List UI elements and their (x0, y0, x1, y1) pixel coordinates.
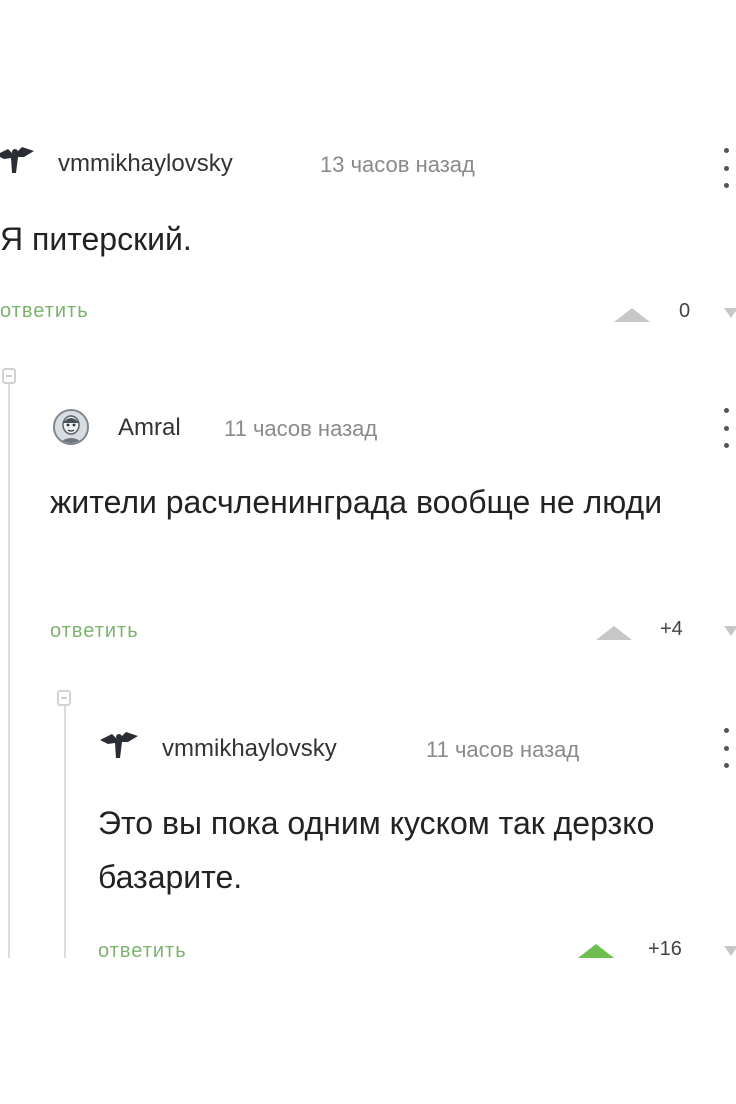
upvote-icon[interactable] (614, 308, 650, 322)
upvote-icon[interactable] (578, 944, 614, 958)
bird-avatar-icon[interactable] (98, 728, 138, 764)
face-avatar-icon[interactable] (53, 409, 89, 445)
comment-author[interactable]: vmmikhaylovsky (162, 735, 337, 763)
downvote-icon[interactable] (724, 946, 736, 956)
comment-timestamp: 11 часов назад (426, 737, 580, 762)
comment-timestamp: 13 часов назад (320, 152, 475, 177)
reply-button[interactable]: ответить (50, 620, 139, 643)
thread-line-level-1 (8, 384, 10, 958)
comment-text: Это вы пока одним куском так дерзко база… (98, 805, 655, 895)
collapse-thread-button[interactable] (2, 368, 16, 384)
more-options-icon[interactable] (722, 728, 730, 768)
downvote-icon[interactable] (724, 626, 736, 636)
comment-text: жители расчленинграда вообще не люди (50, 484, 663, 520)
downvote-icon[interactable] (724, 308, 736, 318)
comment-rating: 0 (679, 300, 691, 322)
comment-author[interactable]: vmmikhaylovsky (58, 150, 233, 178)
bird-avatar-icon[interactable] (0, 143, 34, 179)
comment-timestamp: 11 часов назад (224, 416, 378, 441)
collapse-thread-button[interactable] (57, 690, 71, 706)
crop-edge (0, 958, 736, 1104)
comment-author[interactable]: Amral (118, 414, 181, 442)
comment-rating: +4 (660, 618, 683, 640)
more-options-icon[interactable] (722, 408, 730, 448)
reply-button[interactable]: ответить (0, 300, 89, 323)
upvote-icon[interactable] (596, 626, 632, 640)
more-options-icon[interactable] (722, 148, 730, 188)
thread-line-level-2 (64, 706, 66, 958)
comment-text: Я питерский. (0, 221, 192, 257)
